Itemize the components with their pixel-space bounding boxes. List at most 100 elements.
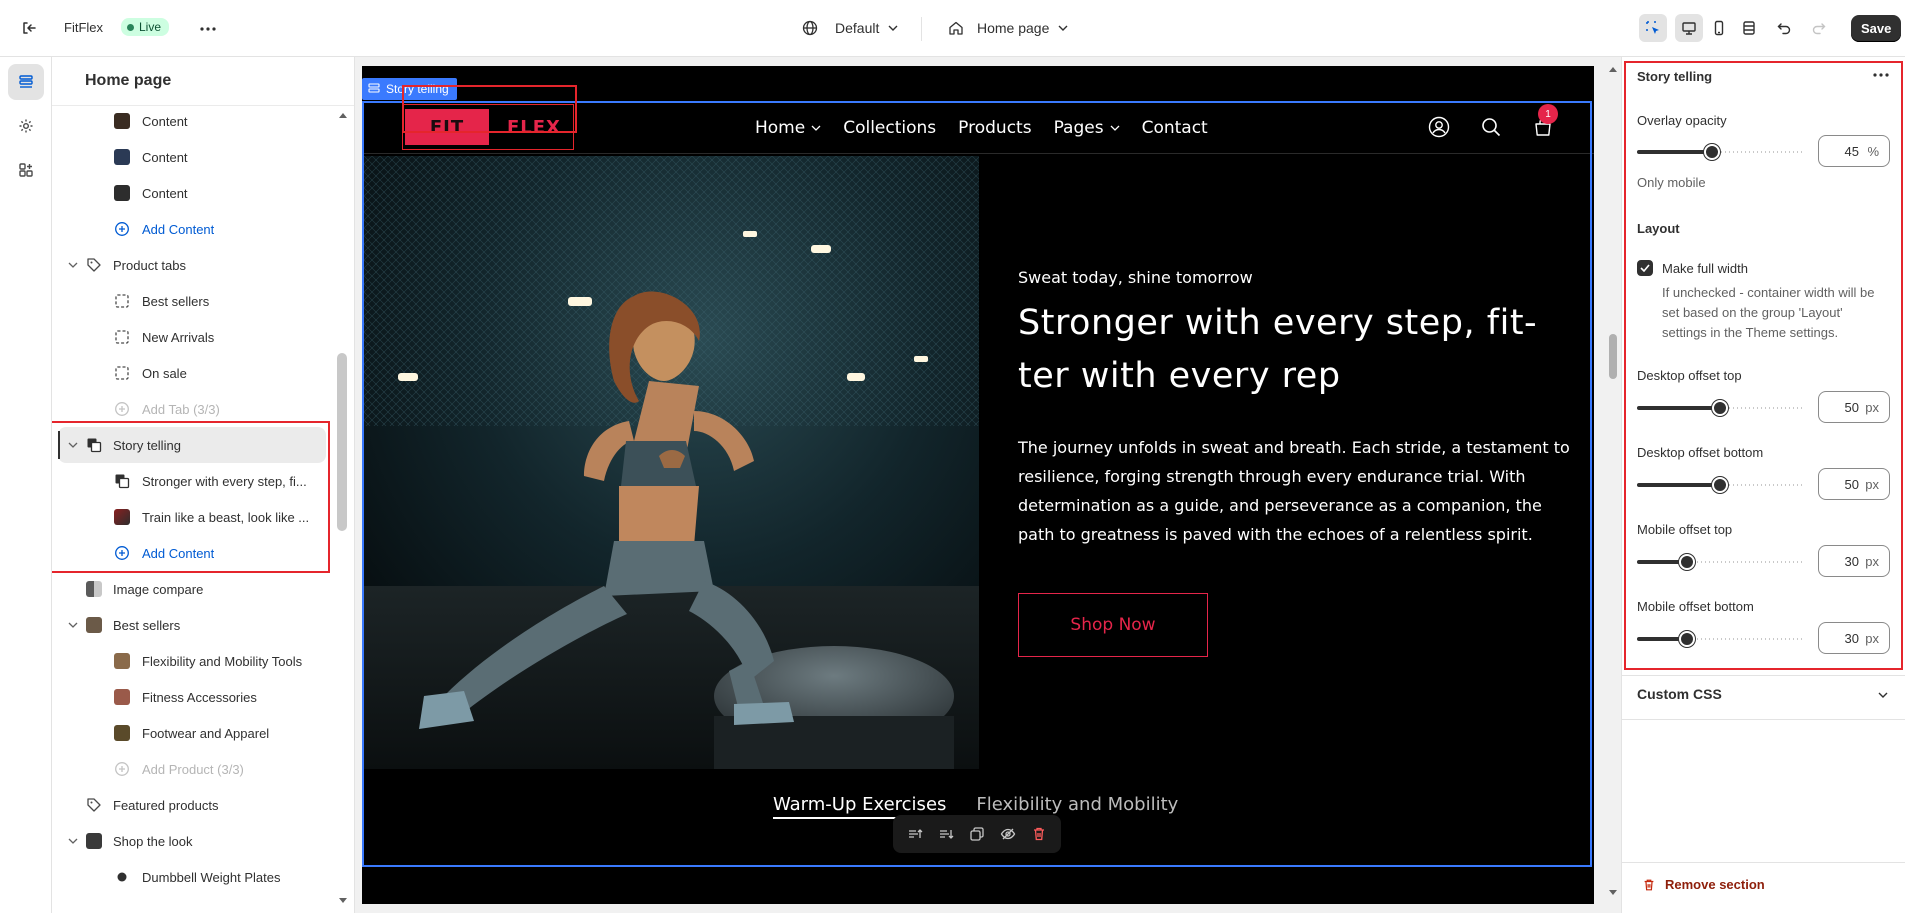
block-dashed-icon [115, 366, 129, 380]
undo-icon [1777, 23, 1791, 35]
tree-item-content[interactable]: Content [52, 103, 332, 139]
left-rail [0, 57, 52, 913]
selected-section-outline [362, 101, 1592, 867]
add-product-button[interactable]: Add Product (3/3) [52, 751, 332, 787]
page-select-label: Home page [977, 20, 1050, 36]
chevron-down-icon [68, 622, 78, 628]
thumbnail-icon [114, 185, 130, 201]
tree-item-content[interactable]: Content [52, 175, 332, 211]
tree-item-product[interactable]: Fitness Accessories [52, 679, 332, 715]
tree-item-on-sale[interactable]: On sale [52, 355, 332, 391]
thumbnail-icon [86, 833, 102, 849]
move-up-icon[interactable] [907, 826, 923, 842]
scroll-down-icon [339, 898, 347, 903]
exit-icon[interactable] [14, 13, 44, 43]
inspector-toggle-button[interactable] [1639, 14, 1667, 42]
divider [921, 17, 922, 41]
tree-section-best-sellers[interactable]: Best sellers [52, 607, 332, 643]
redo-button[interactable] [1805, 14, 1833, 42]
trash-icon [1644, 879, 1654, 890]
sections-icon [19, 75, 33, 88]
divider [1622, 675, 1905, 676]
move-down-icon[interactable] [938, 826, 954, 842]
add-circle-icon [115, 222, 129, 236]
thumbnail-icon [86, 581, 102, 597]
tree-item-content[interactable]: Content [52, 139, 332, 175]
sidebar-title: Home page [85, 72, 172, 89]
section-toolbar [893, 815, 1061, 853]
scroll-up-icon [1609, 67, 1617, 72]
remove-section-button[interactable]: Remove section [1642, 877, 1765, 892]
ellipsis-icon [200, 27, 216, 31]
scroll-down-icon [1609, 890, 1617, 895]
tree-item-new-arrivals[interactable]: New Arrivals [52, 319, 332, 355]
tree-item-product[interactable]: Dumbbell Weight Plates [52, 859, 332, 895]
chevron-down-icon [888, 25, 898, 31]
mobile-icon [1714, 20, 1724, 36]
page-select[interactable]: Home page [948, 20, 1068, 36]
canvas-scroll-thumb[interactable] [1609, 334, 1617, 379]
divider [1622, 719, 1905, 720]
hide-icon[interactable] [1000, 826, 1016, 842]
apps-nav-button[interactable] [8, 152, 44, 188]
highlight-box [52, 421, 330, 573]
mobile-view-button[interactable] [1705, 14, 1733, 42]
thumbnail-icon [114, 653, 130, 669]
top-bar: FitFlex Live Default Home page Save [0, 0, 1905, 57]
chevron-down-icon [1878, 692, 1888, 698]
custom-css-toggle[interactable]: Custom CSS [1637, 686, 1722, 702]
chevron-down-icon [68, 262, 78, 268]
delete-icon[interactable] [1031, 826, 1047, 842]
block-dashed-icon [115, 294, 129, 308]
chevron-down-icon [68, 838, 78, 844]
tree-section-shop-the-look[interactable]: Shop the look [52, 823, 332, 859]
store-name: FitFlex [64, 20, 103, 35]
storefront-preview: FIT FLEX Home Collections Products Pages… [362, 66, 1594, 904]
status-label: Live [139, 20, 162, 34]
dot-icon [117, 872, 127, 882]
tag-icon [87, 798, 101, 812]
more-actions-button[interactable] [193, 14, 223, 44]
gear-icon [19, 119, 33, 133]
desktop-icon [1682, 22, 1696, 35]
preview-canvas: FIT FLEX Home Collections Products Pages… [355, 57, 1621, 913]
home-icon [949, 21, 963, 35]
tree-section-featured-products[interactable]: Featured products [52, 787, 332, 823]
thumbnail-icon [114, 689, 130, 705]
save-button[interactable]: Save [1851, 15, 1902, 42]
add-circle-icon [115, 762, 129, 776]
sidebar-scroll-thumb[interactable] [337, 353, 347, 531]
scroll-up-icon [339, 113, 347, 118]
block-dashed-icon [115, 330, 129, 344]
thumbnail-icon [114, 113, 130, 129]
desktop-view-button[interactable] [1675, 14, 1703, 42]
section-settings-panel: Story telling Overlay opacity 45 % Only … [1621, 57, 1905, 913]
viewport-toggle-group [1675, 14, 1763, 42]
section-icon [368, 83, 380, 93]
apps-icon [19, 163, 33, 177]
tree-item-best-sellers[interactable]: Best sellers [52, 283, 332, 319]
add-circle-icon [115, 402, 129, 416]
tree-item-product[interactable]: Footwear and Apparel [52, 715, 332, 751]
fullwidth-icon [1743, 21, 1755, 35]
logo-highlight-box [402, 85, 577, 133]
undo-button[interactable] [1770, 14, 1798, 42]
duplicate-icon[interactable] [969, 826, 985, 842]
add-content-button[interactable]: Add Content [52, 211, 332, 247]
fullscreen-view-button[interactable] [1735, 14, 1763, 42]
thumbnail-icon [114, 725, 130, 741]
sections-sidebar: Home page Content Content Content Add Co… [52, 57, 355, 913]
theme-settings-nav-button[interactable] [8, 108, 44, 144]
status-badge: Live [121, 18, 170, 36]
tree-item-product[interactable]: Flexibility and Mobility Tools [52, 643, 332, 679]
chevron-down-icon [1058, 25, 1068, 31]
sections-nav-button[interactable] [8, 64, 44, 100]
theme-select[interactable]: Default [802, 20, 898, 36]
settings-highlight-box [1624, 61, 1903, 670]
canvas-scrollbar[interactable] [1607, 57, 1619, 913]
tree-section-image-compare[interactable]: Image compare [52, 571, 332, 607]
theme-select-label: Default [835, 20, 880, 36]
tree-section-product-tabs[interactable]: Product tabs [52, 247, 332, 283]
tag-icon [87, 258, 101, 272]
divider [1622, 862, 1905, 863]
